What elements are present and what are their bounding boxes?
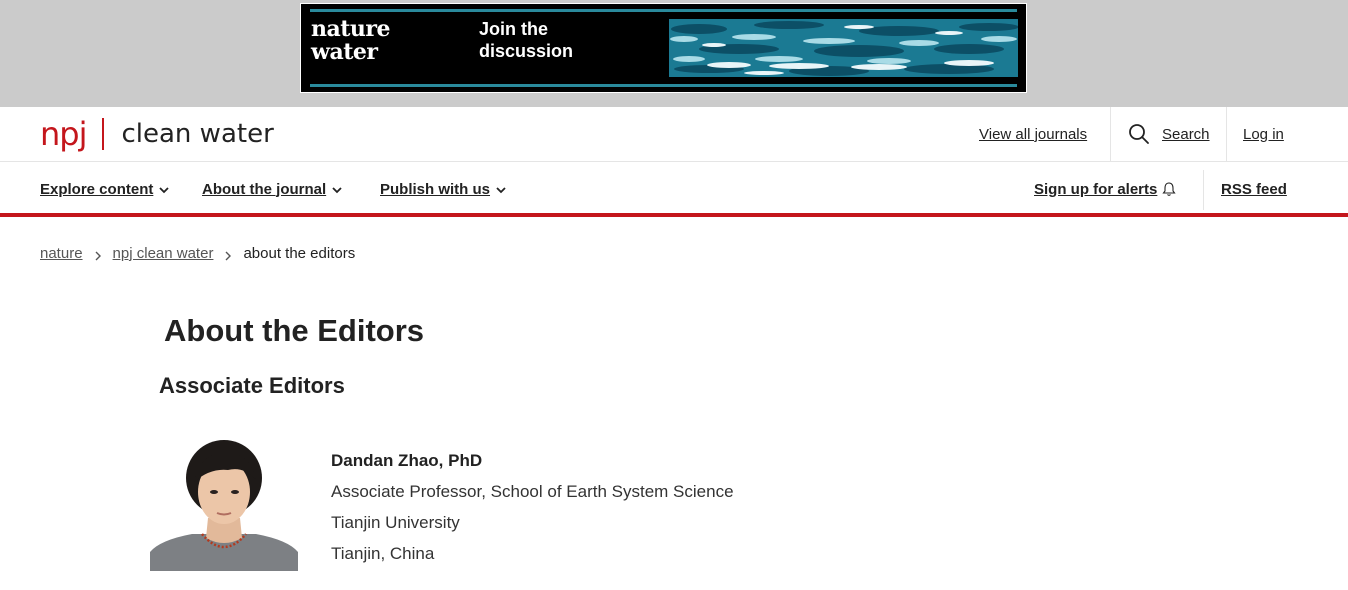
site-header: npj clean water View all journals Search… — [0, 107, 1348, 162]
editor-location: Tianjin, China — [331, 544, 435, 563]
logo-divider — [102, 118, 105, 150]
search-link[interactable]: Search — [1128, 107, 1210, 161]
journal-navigation: Explore content About the journal Publis… — [0, 162, 1348, 217]
header-divider — [1110, 107, 1111, 161]
bell-icon — [1161, 181, 1177, 197]
editor-institution: Tianjin University — [331, 513, 460, 532]
nav-item-label: Publish with us — [380, 180, 491, 198]
chevron-down-icon — [331, 183, 343, 195]
chevron-right-icon — [223, 248, 233, 261]
nav-divider — [1203, 170, 1204, 210]
ad-brand-logo: nature water — [311, 16, 391, 65]
ad-brand-line-1: nature — [311, 16, 391, 42]
breadcrumb-nature-link[interactable]: nature — [40, 245, 83, 262]
header-divider — [1226, 107, 1227, 161]
logo-journal-title: clean water — [121, 119, 274, 149]
login-link[interactable]: Log in — [1243, 107, 1284, 161]
nature-water-ad-banner[interactable]: nature water Join the discussion — [300, 3, 1027, 93]
alerts-label: Sign up for alerts — [1034, 180, 1158, 198]
editor-name: Dandan Zhao, PhD — [331, 451, 483, 470]
nav-explore-content[interactable]: Explore content — [40, 162, 170, 216]
breadcrumb-journal-link[interactable]: npj clean water — [113, 245, 214, 262]
search-icon — [1128, 123, 1150, 145]
ad-cta-line-1: Join the — [479, 19, 549, 39]
nav-item-label: About the journal — [202, 180, 327, 198]
advertisement-area: nature water Join the discussion — [0, 0, 1348, 107]
sign-up-for-alerts-link[interactable]: Sign up for alerts — [1034, 162, 1177, 216]
rss-feed-label: RSS feed — [1221, 180, 1287, 198]
journal-logo[interactable]: npj clean water — [40, 117, 274, 151]
ad-brand-line-2: water — [311, 39, 378, 65]
editor-role: Associate Professor, School of Earth Sys… — [331, 482, 734, 501]
ad-call-to-action: Join the discussion — [479, 18, 573, 62]
nav-item-label: Explore content — [40, 180, 154, 198]
ad-cta-line-2: discussion — [479, 41, 574, 61]
rss-feed-link[interactable]: RSS feed — [1221, 162, 1287, 216]
breadcrumb-current-page: about the editors — [243, 244, 356, 262]
logo-npj-text: npj — [40, 115, 87, 153]
breadcrumb: nature npj clean water about the editors — [40, 243, 355, 263]
search-link-label: Search — [1162, 125, 1210, 143]
chevron-right-icon — [93, 248, 103, 261]
editor-details: Dandan Zhao, PhD Associate Professor, Sc… — [331, 450, 734, 565]
chevron-down-icon — [158, 183, 170, 195]
editor-photo — [150, 440, 298, 571]
ad-water-illustration — [669, 19, 1018, 77]
page-title: About the Editors — [164, 313, 425, 348]
chevron-down-icon — [495, 183, 507, 195]
section-title: Associate Editors — [159, 373, 345, 398]
ad-bottom-rule — [310, 84, 1017, 87]
nav-about-the-journal[interactable]: About the journal — [202, 162, 343, 216]
nav-publish-with-us[interactable]: Publish with us — [380, 162, 507, 216]
ad-top-rule — [310, 9, 1017, 12]
view-all-journals-link[interactable]: View all journals — [979, 107, 1087, 161]
